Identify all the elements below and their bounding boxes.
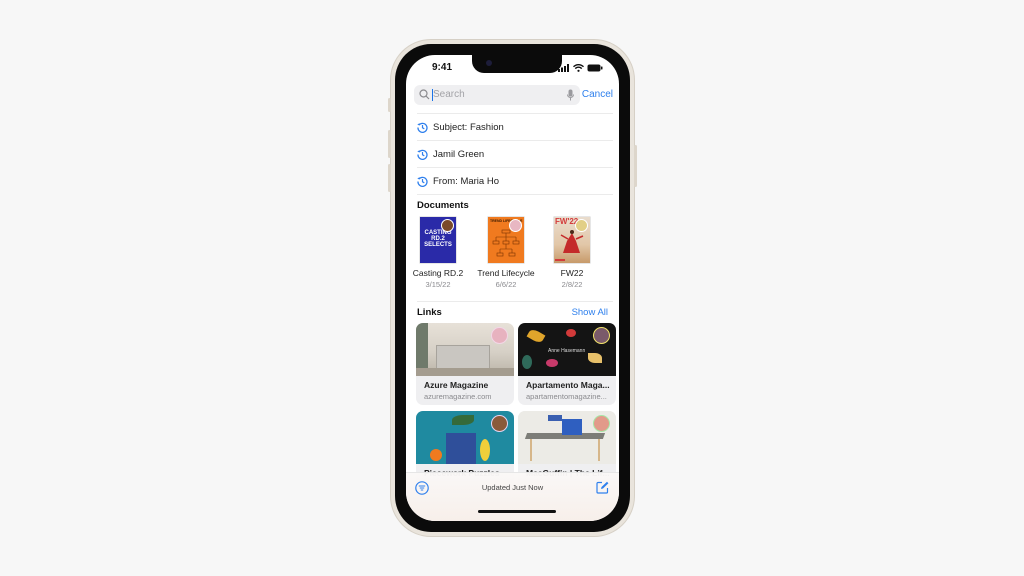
bottom-toolbar: Updated Just Now	[406, 472, 619, 521]
shared-by-avatar	[593, 327, 610, 344]
power-button	[634, 145, 637, 187]
documents-heading: Documents	[417, 200, 469, 211]
link-url: apartamentomagazine...	[526, 392, 607, 401]
history-icon	[417, 122, 428, 133]
search-placeholder: Search	[433, 89, 465, 100]
document-item[interactable]: TREND LIFECYCLE Trend Lifecycle 6/6/22	[471, 217, 541, 289]
shared-by-avatar	[441, 219, 454, 232]
document-date: 3/15/22	[425, 280, 451, 289]
search-icon	[419, 89, 430, 100]
show-all-links-button[interactable]: Show All	[572, 307, 608, 318]
cancel-button[interactable]: Cancel	[582, 89, 613, 100]
search-row: Search Cancel	[414, 85, 613, 105]
wifi-icon	[573, 64, 584, 72]
cover-label-bar	[555, 259, 565, 261]
signal-icon	[558, 64, 569, 72]
suggestion-item[interactable]: From: Maria Ho	[417, 167, 613, 195]
document-date: 2/8/22	[561, 280, 583, 289]
shared-by-avatar	[491, 415, 508, 432]
figure-graphic	[560, 230, 584, 253]
cover-text: CASTING RD.2 SELECTS	[424, 230, 452, 248]
link-card[interactable]: Azure Magazine azuremagazine.com	[416, 323, 514, 405]
document-name: Trend Lifecycle	[477, 268, 535, 278]
status-time: 9:41	[432, 62, 453, 73]
shared-by-avatar	[509, 219, 522, 232]
mute-switch	[388, 98, 391, 112]
suggestion-item[interactable]: Jamil Green	[417, 140, 613, 168]
suggestion-label: Subject: Fashion	[433, 122, 504, 133]
link-title: Apartamento Maga...	[526, 380, 610, 390]
link-url: azuremagazine.com	[424, 392, 492, 401]
home-indicator[interactable]	[478, 510, 556, 513]
battery-icon	[587, 64, 603, 72]
microphone-icon[interactable]	[567, 89, 574, 101]
iphone-frame: 9:41 Search Cancel Subject: Fashion Jami…	[388, 40, 637, 536]
document-item[interactable]: CASTING RD.2 SELECTS Casting RD.2 3/15/2…	[406, 217, 473, 289]
history-icon	[417, 149, 428, 160]
history-icon	[417, 176, 428, 187]
volume-down-button	[388, 164, 391, 192]
status-bar: 9:41	[406, 61, 619, 75]
link-title: Azure Magazine	[424, 380, 489, 390]
document-date: 6/6/22	[495, 280, 517, 289]
suggestion-label: Jamil Green	[433, 149, 485, 160]
flowchart-graphic	[492, 229, 520, 257]
divider	[417, 194, 613, 195]
bezel: 9:41 Search Cancel Subject: Fashion Jami…	[395, 44, 630, 532]
document-thumbnail: CASTING RD.2 SELECTS	[420, 217, 456, 263]
document-thumbnail: FW'22	[554, 217, 590, 263]
search-input[interactable]: Search	[414, 85, 580, 105]
volume-up-button	[388, 130, 391, 158]
screen: 9:41 Search Cancel Subject: Fashion Jami…	[406, 55, 619, 521]
compose-icon[interactable]	[596, 481, 609, 494]
document-item[interactable]: FW'22 FW22 2/8/22	[537, 217, 607, 289]
document-name: Casting RD.2	[412, 268, 464, 278]
suggestion-item[interactable]: Subject: Fashion	[417, 113, 613, 141]
document-name: FW22	[560, 268, 584, 278]
links-heading: Links	[417, 307, 442, 318]
divider	[417, 301, 613, 302]
link-card[interactable]: Anne Hasemann Apartamento Maga... aparta…	[518, 323, 616, 405]
shared-by-avatar	[575, 219, 588, 232]
suggestion-label: From: Maria Ho	[433, 176, 499, 187]
preview-overlay-text: Anne Hasemann	[548, 348, 586, 354]
document-thumbnail: TREND LIFECYCLE	[488, 217, 524, 263]
shared-by-avatar	[491, 327, 508, 344]
shared-by-avatar	[593, 415, 610, 432]
update-status: Updated Just Now	[481, 483, 544, 492]
